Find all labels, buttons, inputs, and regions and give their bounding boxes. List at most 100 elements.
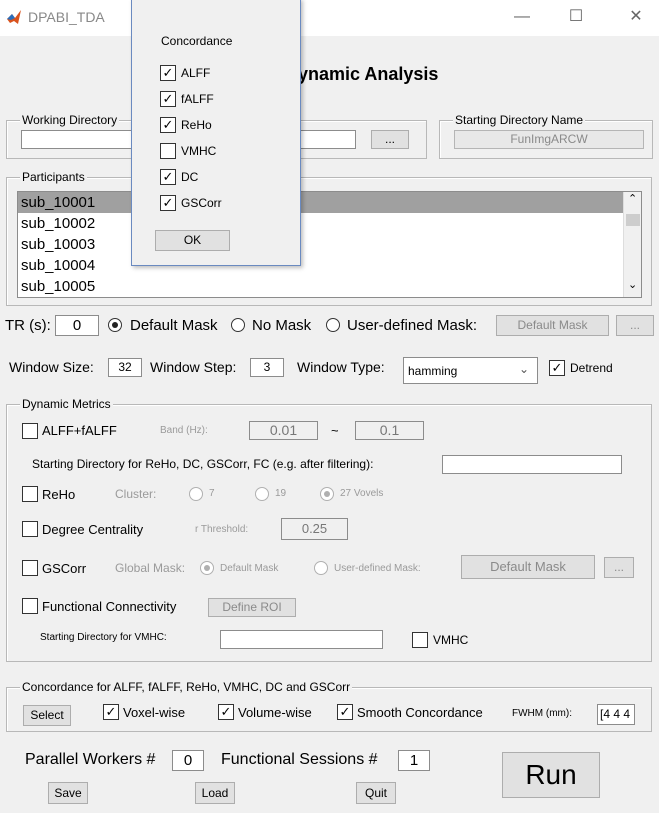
list-item[interactable]: sub_10004 xyxy=(18,255,641,276)
popup-alff-label: ALFF xyxy=(181,66,211,80)
vmhc-checkbox[interactable] xyxy=(412,632,428,648)
band-high-input[interactable]: 0.1 xyxy=(355,421,424,440)
alff-checkbox[interactable] xyxy=(22,423,38,439)
working-directory-legend: Working Directory xyxy=(20,113,120,127)
functional-sessions-label: Functional Sessions # xyxy=(221,751,378,768)
functional-connectivity-label: Functional Connectivity xyxy=(42,599,177,614)
list-item[interactable]: sub_10002 xyxy=(18,213,641,234)
functional-sessions-input[interactable]: 1 xyxy=(398,750,430,771)
popup-falff-checkbox[interactable]: ✓ xyxy=(160,91,176,107)
cluster-19-radio[interactable] xyxy=(255,487,269,501)
gscorr-label: GSCorr xyxy=(42,561,87,576)
mask-browse-button[interactable]: ... xyxy=(616,315,654,336)
no-mask-radio[interactable] xyxy=(231,318,245,332)
window-type-dropdown[interactable]: hamming ⌄ xyxy=(403,357,538,384)
starting-dir-reho-label: Starting Directory for ReHo, DC, GSCorr,… xyxy=(32,457,374,471)
popup-reho-checkbox[interactable]: ✓ xyxy=(160,117,176,133)
window-size-input[interactable]: 32 xyxy=(108,358,142,377)
run-button[interactable]: Run xyxy=(502,752,600,798)
list-item[interactable]: sub_10001 xyxy=(18,192,641,213)
user-mask-label: User-defined Mask: xyxy=(347,317,478,334)
popup-dc-label: DC xyxy=(181,170,199,184)
vmhc-dir-label: Starting Directory for VMHC: xyxy=(40,632,167,643)
popup-alff-checkbox[interactable]: ✓ xyxy=(160,65,176,81)
voxel-wise-label: Voxel-wise xyxy=(123,705,186,720)
parallel-workers-label: Parallel Workers # xyxy=(25,751,156,768)
popup-ok-button[interactable]: OK xyxy=(155,230,230,251)
window-title: DPABI_TDA xyxy=(28,9,105,25)
close-icon[interactable]: ✕ xyxy=(613,0,659,34)
band-tilde: ~ xyxy=(331,423,339,438)
popup-vmhc-label: VMHC xyxy=(181,144,217,158)
vmhc-dir-input[interactable] xyxy=(220,630,383,649)
matlab-icon xyxy=(7,10,21,24)
popup-vmhc-checkbox[interactable] xyxy=(160,143,176,159)
band-label: Band (Hz): xyxy=(160,425,208,436)
participants-scrollbar[interactable]: ⌃ ⌄ xyxy=(623,192,641,297)
band-low-input[interactable]: 0.01 xyxy=(249,421,318,440)
cluster-7-radio[interactable] xyxy=(189,487,203,501)
scroll-up-icon[interactable]: ⌃ xyxy=(628,192,637,205)
gs-mask-file-button[interactable]: Default Mask xyxy=(461,555,595,579)
load-button[interactable]: Load xyxy=(195,782,235,804)
window-size-label: Window Size: xyxy=(9,359,94,375)
detrend-label: Detrend xyxy=(570,361,613,375)
starting-directory-input[interactable]: FunImgARCW xyxy=(454,130,644,149)
popup-gscorr-checkbox[interactable]: ✓ xyxy=(160,195,176,211)
gs-user-mask-label: User-defined Mask: xyxy=(334,563,421,574)
page-title: ynamic Analysis xyxy=(298,64,439,84)
participants-list[interactable]: sub_10001 sub_10002 sub_10003 sub_10004 … xyxy=(17,191,642,298)
list-item[interactable]: sub_10003 xyxy=(18,234,641,255)
maximize-icon[interactable]: ☐ xyxy=(553,0,599,34)
concordance-popup: Concordance ✓ ALFF ✓ fALFF ✓ ReHo VMHC ✓… xyxy=(131,0,301,266)
r-threshold-input[interactable]: 0.25 xyxy=(281,518,348,540)
dynamic-metrics-legend: Dynamic Metrics xyxy=(20,397,113,411)
gs-mask-browse-button[interactable]: ... xyxy=(604,557,634,578)
gs-user-mask-radio[interactable] xyxy=(314,561,328,575)
minimize-icon[interactable]: — xyxy=(499,0,545,34)
gscorr-checkbox[interactable] xyxy=(22,560,38,576)
popup-dc-checkbox[interactable]: ✓ xyxy=(160,169,176,185)
cluster-7-label: 7 xyxy=(209,488,215,499)
r-threshold-label: r Threshold: xyxy=(195,524,249,535)
cluster-27-label: 27 Vovels xyxy=(340,488,384,499)
mask-file-button[interactable]: Default Mask xyxy=(496,315,609,336)
cluster-19-label: 19 xyxy=(275,488,287,499)
volume-wise-checkbox[interactable]: ✓ xyxy=(218,704,234,720)
window-type-value: hamming xyxy=(408,364,458,378)
starting-dir-reho-input[interactable] xyxy=(442,455,622,474)
degree-centrality-label: Degree Centrality xyxy=(42,522,144,537)
window-step-label: Window Step: xyxy=(150,359,237,375)
quit-button[interactable]: Quit xyxy=(356,782,396,804)
user-mask-radio[interactable] xyxy=(326,318,340,332)
functional-connectivity-checkbox[interactable] xyxy=(22,598,38,614)
global-mask-label: Global Mask: xyxy=(115,561,186,575)
smooth-concordance-checkbox[interactable]: ✓ xyxy=(337,704,353,720)
reho-checkbox[interactable] xyxy=(22,486,38,502)
parallel-workers-input[interactable]: 0 xyxy=(172,750,204,771)
concordance-legend: Concordance for ALFF, fALFF, ReHo, VMHC,… xyxy=(20,680,353,694)
volume-wise-label: Volume-wise xyxy=(238,705,312,720)
tr-input[interactable]: 0 xyxy=(55,315,99,336)
gs-default-mask-radio[interactable] xyxy=(200,561,214,575)
save-button[interactable]: Save xyxy=(48,782,88,804)
fwhm-input[interactable]: [4 4 4 xyxy=(597,704,635,725)
detrend-checkbox[interactable]: ✓ xyxy=(549,360,565,376)
concordance-select-button[interactable]: Select xyxy=(23,705,71,726)
cluster-27-radio[interactable] xyxy=(320,487,334,501)
scroll-thumb[interactable] xyxy=(626,214,640,226)
window-step-input[interactable]: 3 xyxy=(250,358,284,377)
participants-legend: Participants xyxy=(20,170,87,184)
popup-reho-label: ReHo xyxy=(181,118,212,132)
list-item[interactable]: sub_10005 xyxy=(18,276,641,297)
voxel-wise-checkbox[interactable]: ✓ xyxy=(103,704,119,720)
smooth-concordance-label: Smooth Concordance xyxy=(357,705,483,720)
default-mask-radio[interactable] xyxy=(108,318,122,332)
window-type-label: Window Type: xyxy=(297,359,385,375)
scroll-down-icon[interactable]: ⌄ xyxy=(628,278,637,291)
degree-centrality-checkbox[interactable] xyxy=(22,521,38,537)
working-directory-browse-button[interactable]: ... xyxy=(371,130,409,149)
popup-falff-label: fALFF xyxy=(181,92,214,106)
fwhm-label: FWHM (mm): xyxy=(512,708,572,719)
define-roi-button[interactable]: Define ROI xyxy=(208,598,296,617)
